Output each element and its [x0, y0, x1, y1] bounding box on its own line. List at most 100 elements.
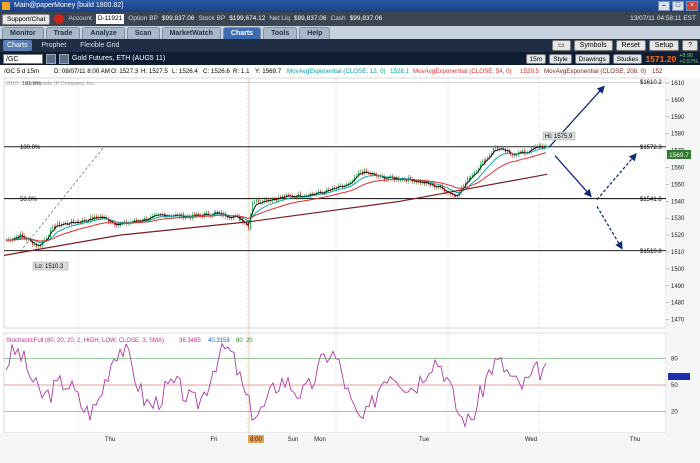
- subtab-flexible-grid[interactable]: Flexible Grid: [76, 40, 123, 51]
- candle-body: [546, 146, 548, 147]
- support-chat-button[interactable]: Support/Chat: [2, 13, 51, 25]
- symbols-button[interactable]: Symbols: [573, 40, 613, 51]
- tab-analyze[interactable]: Analyze: [82, 27, 125, 39]
- candle-body: [227, 216, 229, 218]
- time-tick-label: Fri: [211, 437, 218, 443]
- candle-body: [452, 194, 454, 196]
- candle-body: [378, 176, 380, 178]
- price-change: +8.90 +0.57%: [679, 53, 698, 65]
- price-tick-label: 1520: [671, 233, 685, 239]
- candle-body: [40, 246, 42, 247]
- close-button[interactable]: ×: [686, 1, 698, 11]
- style-button[interactable]: Style: [549, 54, 572, 64]
- account-label: Account: [68, 15, 92, 22]
- candle-body: [340, 185, 342, 186]
- tab-charts[interactable]: Charts: [222, 27, 262, 39]
- time-tick-label: Thu: [630, 437, 640, 443]
- candle-body: [206, 212, 208, 214]
- candle-body: [116, 225, 118, 227]
- tab-tools[interactable]: Tools: [263, 27, 298, 39]
- candle-body: [495, 147, 497, 149]
- level-1510-price: $1510.8: [640, 249, 662, 255]
- account-select[interactable]: D-11921: [95, 14, 125, 24]
- time-tick-label: Mon: [314, 437, 326, 443]
- chart-header: /GC Gold Futures, ETH (AUG5 11) 15m Styl…: [0, 52, 700, 65]
- candle-body: [516, 155, 518, 156]
- symbol-dropdown-icon[interactable]: [46, 53, 56, 64]
- candle-body: [258, 199, 260, 203]
- tab-marketwatch[interactable]: MarketWatch: [161, 27, 221, 39]
- window-title: Main@paperMoney [build 1800.82]: [14, 2, 124, 9]
- candle-body: [514, 155, 516, 156]
- fib-100-label: 100.0%: [20, 145, 41, 151]
- price-tick-label: 1600: [671, 98, 685, 104]
- price-tick-label: 1550: [671, 182, 685, 188]
- last-price: 1571.20: [645, 54, 677, 64]
- layout-button[interactable]: ▭: [552, 40, 571, 51]
- subtab-prophet[interactable]: Prophet: [38, 40, 71, 51]
- time-tick-label: Wed: [525, 437, 537, 443]
- copyright-text: 2010 ... Ameritrade IP Company, Inc.: [6, 81, 96, 87]
- study-y: Y: 1569.7: [255, 68, 282, 75]
- stoch-tick-label: 20: [671, 409, 678, 415]
- cash-value: $99,837.06: [349, 15, 383, 22]
- time-tick-label: Tue: [419, 437, 430, 443]
- price-tick-label: 1560: [671, 166, 685, 172]
- stoch-label[interactable]: StochasticFull (80, 20, 20, 2, HIGH, LOW…: [6, 338, 164, 344]
- candle-body: [260, 201, 262, 203]
- study-values-line: /GC 5 d 15m D: 08/07/11 8:00 AM O: 1527.…: [4, 68, 663, 75]
- study-low: L: 1526.4: [172, 68, 198, 75]
- symbol-input[interactable]: /GC: [3, 53, 43, 64]
- account-bar: Support/Chat Account D-11921 Option BP $…: [0, 12, 700, 26]
- price-tick-label: 1470: [671, 318, 685, 324]
- fib-50-label: 50.0%: [20, 197, 38, 203]
- stoch-price-tag: [668, 373, 690, 380]
- help-icon[interactable]: ?: [682, 40, 698, 51]
- maximize-button[interactable]: □: [672, 1, 684, 11]
- minimize-button[interactable]: –: [658, 1, 670, 11]
- study-date: D: 08/07/11 8:00 AM: [54, 68, 110, 75]
- ema208-label[interactable]: MovAvgExponential (CLOSE, 208, 0): [544, 68, 646, 75]
- price-tick-label: 1590: [671, 115, 685, 121]
- study-open: O: 1527.3: [111, 68, 139, 75]
- tab-scan[interactable]: Scan: [126, 27, 160, 39]
- study-interval: /GC 5 d 15m: [4, 68, 39, 75]
- candle-body: [264, 199, 266, 203]
- candle-body: [356, 175, 358, 177]
- tab-monitor[interactable]: Monitor: [2, 27, 44, 39]
- price-tick-label: 1500: [671, 267, 685, 273]
- candle-body: [512, 154, 514, 156]
- setup-button[interactable]: Setup: [648, 40, 680, 51]
- time-tick-label: 8:00: [250, 437, 262, 443]
- thinkorswim-window: Main@paperMoney [build 1800.82] – □ × Su…: [0, 0, 700, 463]
- ema208-value: 152: [652, 68, 663, 75]
- chart-area[interactable]: 1610160015901580157015601550154015301520…: [0, 65, 700, 463]
- candle-body: [476, 171, 478, 173]
- candle-body: [256, 199, 258, 203]
- level-1541-price: $1541.6: [640, 197, 662, 203]
- stock-bp-value: $199,674.12: [229, 15, 266, 22]
- stoch-value-4: 20: [246, 338, 253, 344]
- candle-body: [537, 145, 539, 147]
- net-liq-value: $99,837.06: [293, 15, 327, 22]
- candle-body: [96, 215, 98, 218]
- price-tick-label: 1480: [671, 301, 685, 307]
- option-bp-label: Option BP: [128, 15, 158, 22]
- stochastic-legend: StochasticFull (80, 20, 20, 2, HIGH, LOW…: [4, 336, 253, 344]
- studies-button[interactable]: Studies: [612, 54, 643, 64]
- candle-body: [360, 171, 362, 172]
- candle-body: [482, 160, 484, 164]
- drawings-button[interactable]: Drawings: [574, 54, 610, 64]
- ema12-label[interactable]: MovAvgExponential (CLOSE, 12, 0): [287, 68, 386, 75]
- reset-button[interactable]: Reset: [615, 40, 646, 51]
- price-chart[interactable]: 1610160015901580157015601550154015301520…: [0, 65, 700, 463]
- interval-button[interactable]: 15m: [525, 54, 547, 64]
- tab-help[interactable]: Help: [299, 27, 331, 39]
- subtab-charts[interactable]: Charts: [3, 40, 32, 51]
- ema54-label[interactable]: MovAvgExponential (CLOSE, 54, 0): [413, 68, 512, 75]
- tab-trade[interactable]: Trade: [45, 27, 81, 39]
- link-icon[interactable]: [59, 53, 69, 64]
- cash-label: Cash: [330, 15, 346, 22]
- study-range: R: 1.1: [233, 68, 250, 75]
- price-tick-label: 1610: [671, 81, 685, 87]
